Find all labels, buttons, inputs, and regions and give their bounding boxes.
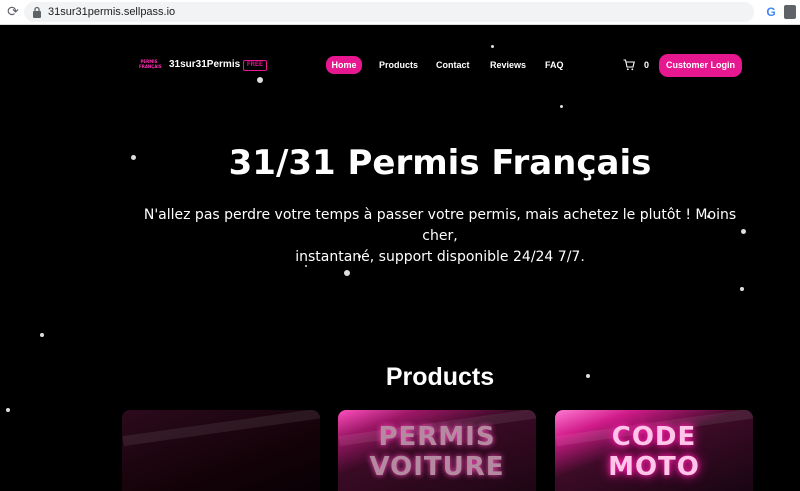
particle xyxy=(740,287,744,291)
hero-subtitle: N'allez pas perdre votre temps à passer … xyxy=(130,205,750,268)
nav-contact[interactable]: Contact xyxy=(436,56,470,74)
product-card-image-text: PERMIS VOITURE xyxy=(338,422,536,482)
product-card[interactable] xyxy=(122,410,320,491)
products-section-title: Products xyxy=(385,363,495,391)
card-text-line: PERMIS xyxy=(378,422,496,452)
product-card-code-moto[interactable]: CODE MOTO xyxy=(555,410,753,491)
site-logo[interactable]: PERMIS FRANÇAIS xyxy=(139,55,162,73)
reload-icon[interactable]: ⟳ xyxy=(4,3,22,21)
particle xyxy=(560,105,563,108)
address-bar[interactable]: 31sur31permis.sellpass.io xyxy=(24,2,754,22)
product-card-image-text: CODE MOTO xyxy=(555,422,753,482)
card-text-line: VOITURE xyxy=(369,452,505,482)
lock-icon xyxy=(33,6,41,18)
translate-icon[interactable] xyxy=(784,5,796,19)
browser-toolbar: ⟳ 31sur31permis.sellpass.io G xyxy=(0,0,800,25)
url-text: 31sur31permis.sellpass.io xyxy=(48,6,176,18)
particle xyxy=(6,408,10,412)
google-icon[interactable]: G xyxy=(764,5,778,19)
hero-title: 31/31 Permis Français xyxy=(228,143,652,183)
page-body: PERMIS FRANÇAIS 31sur31Permis FREE Home … xyxy=(0,25,800,491)
particle xyxy=(344,270,350,276)
particle xyxy=(40,333,44,337)
cart-icon[interactable] xyxy=(623,59,635,71)
card-text-line: CODE xyxy=(611,422,697,452)
nav-faq[interactable]: FAQ xyxy=(545,56,564,74)
card-stripe xyxy=(122,410,320,447)
cart-count: 0 xyxy=(644,60,650,70)
nav-home[interactable]: Home xyxy=(326,56,362,74)
particle xyxy=(257,77,263,83)
hero-subtitle-line: instantané, support disponible 24/24 7/7… xyxy=(295,249,585,265)
product-card-permis-voiture[interactable]: PERMIS VOITURE xyxy=(338,410,536,491)
free-badge: FREE xyxy=(243,60,268,71)
logo-line: FRANÇAIS xyxy=(139,64,162,69)
nav-products[interactable]: Products xyxy=(379,56,418,74)
site-name[interactable]: 31sur31Permis xyxy=(169,59,240,70)
card-text-line: MOTO xyxy=(608,452,700,482)
nav-reviews[interactable]: Reviews xyxy=(490,56,526,74)
hero-subtitle-line: N'allez pas perdre votre temps à passer … xyxy=(143,207,737,244)
customer-login-button[interactable]: Customer Login xyxy=(659,54,742,77)
particle xyxy=(491,45,494,48)
